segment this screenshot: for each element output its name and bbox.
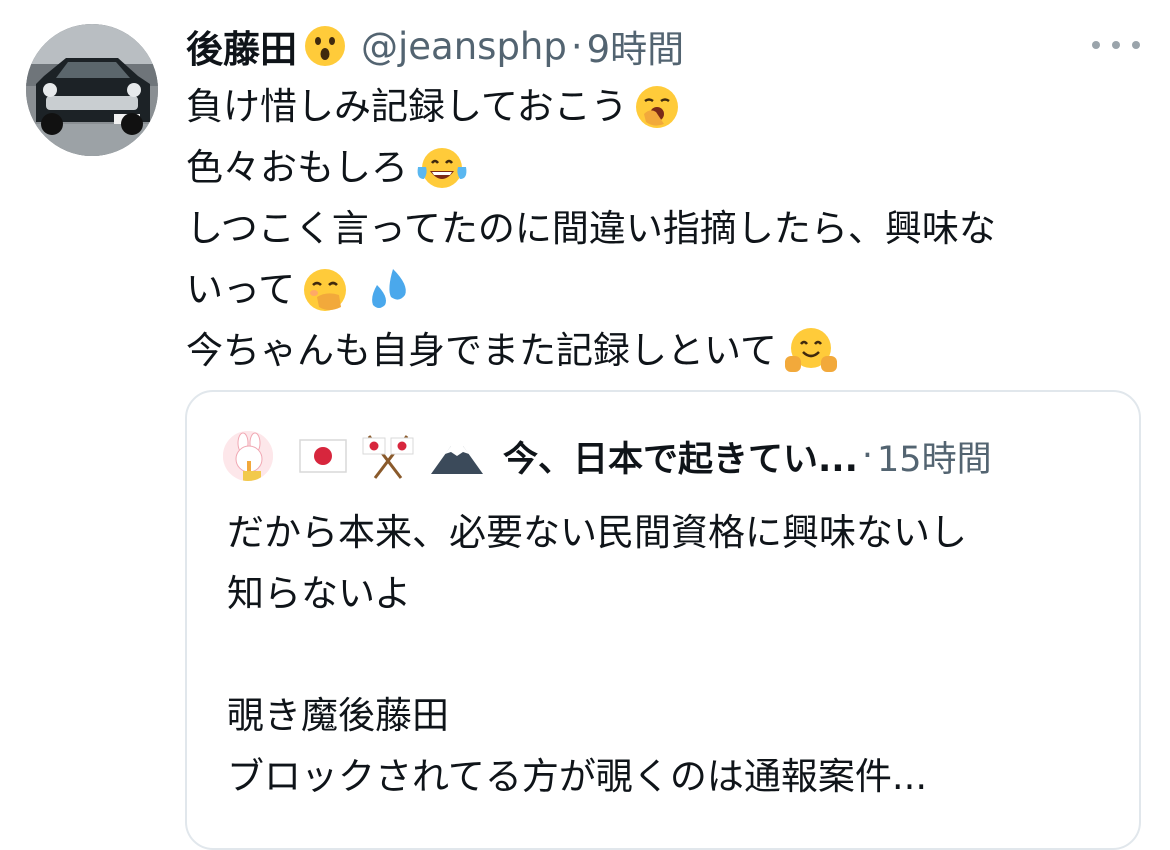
- quoted-tweet-line: だから本来、必要ない民間資格に興味ないし: [227, 511, 967, 554]
- tweet-line: しつこく言ってたのに間違い指摘したら、興味な: [186, 198, 1136, 259]
- tweet-line: いって: [186, 259, 1136, 320]
- quoted-tweet-header: 今、日本で起きてい... · 15時間: [223, 428, 992, 484]
- hugging-face-emoji: [783, 326, 839, 376]
- tweet-line: 負け惜しみ記録しておこう: [186, 76, 1136, 137]
- tweet-line-text: しつこく言ってたのに間違い指摘したら、興味な: [186, 207, 996, 250]
- quoted-tweet-line: [227, 624, 1127, 685]
- quoted-author-name[interactable]: 今、日本で起きてい...: [503, 431, 858, 482]
- japan-flag-emoji: [299, 439, 347, 473]
- quoted-author-avatar[interactable]: [223, 431, 273, 481]
- quoted-tweet-text: だから本来、必要ない民間資格に興味ないし 知らないよ 覗き魔後藤田 ブロックされ…: [227, 502, 1127, 807]
- author-handle[interactable]: @jeansphp: [361, 25, 567, 68]
- quoted-tweet-line: ブロックされてる方が覗くのは通報案件...: [227, 755, 928, 798]
- astonished-face-emoji: [303, 24, 347, 68]
- quoted-tweet-line: 覗き魔後藤田: [227, 694, 449, 737]
- yawning-face-emoji: [634, 84, 680, 130]
- quoted-tweet-line: 知らないよ: [227, 572, 412, 615]
- ellipsis-dot: [1112, 41, 1120, 49]
- quoted-tweet-card[interactable]: 今、日本で起きてい... · 15時間 だから本来、必要ない民間資格に興味ないし…: [185, 390, 1141, 850]
- author-avatar[interactable]: [26, 24, 158, 156]
- tweet-line-text: 負け惜しみ記録しておこう: [186, 85, 628, 128]
- separator-dot: ·: [861, 436, 874, 476]
- tweet-line-text: いって: [186, 268, 296, 311]
- quoted-tweet-timestamp[interactable]: 15時間: [877, 431, 992, 482]
- tweet-line: 色々おもしろ: [186, 137, 1136, 198]
- tweet-line-text: 今ちゃんも自身でまた記録しといて: [186, 329, 777, 372]
- tweet-text: 負け惜しみ記録しておこう 色々おもしろ しつこく言ってたのに間違い指摘したら、興…: [186, 76, 1136, 381]
- mount-fuji-emoji: [429, 436, 485, 476]
- ellipsis-dot: [1092, 41, 1100, 49]
- face-with-hand-over-mouth-emoji: [301, 267, 351, 313]
- separator-dot: ·: [570, 24, 583, 68]
- crossed-flags-emoji: [361, 432, 415, 480]
- tweet-timestamp[interactable]: 9時間: [587, 19, 685, 73]
- author-name[interactable]: 後藤田: [186, 19, 297, 73]
- ellipsis-dot: [1132, 41, 1140, 49]
- tweet-header: 後藤田 @jeansphp · 9時間: [186, 18, 684, 74]
- tears-of-joy-emoji: [414, 145, 470, 191]
- tweet-line: 今ちゃんも自身でまた記録しといて: [186, 320, 1136, 381]
- ellipsis-icon[interactable]: [1092, 30, 1140, 60]
- sweat-droplets-emoji: [365, 267, 413, 313]
- tweet-line-text: 色々おもしろ: [186, 146, 408, 189]
